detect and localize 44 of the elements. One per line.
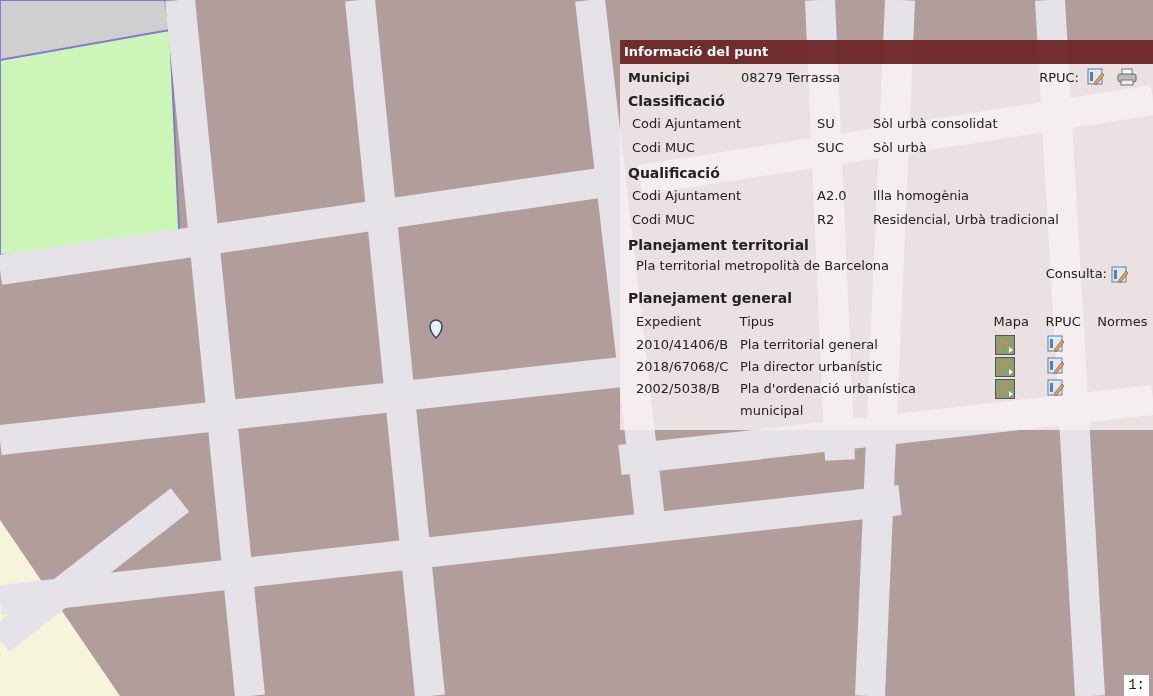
column-header: Tipus <box>739 312 775 331</box>
document-edit-icon[interactable] <box>1047 379 1065 397</box>
column-header: Mapa <box>993 312 1030 331</box>
scale-label: 1: <box>1124 675 1149 696</box>
field-value: Sòl urbà consolidat <box>873 115 998 133</box>
field-label: Codi Ajuntament <box>632 187 743 205</box>
field-label: Municipi <box>628 68 691 87</box>
column-header: Expedient <box>636 312 703 331</box>
map-icon[interactable] <box>995 379 1015 399</box>
field-code: A2.0 <box>817 187 848 205</box>
column-header: RPUC <box>1045 312 1082 331</box>
table-cell-text: 2010/41406/B <box>636 336 730 354</box>
section-title: Planejament territorial <box>628 236 810 255</box>
map-icon[interactable] <box>995 357 1015 377</box>
map-pin-icon <box>428 318 444 340</box>
document-edit-icon[interactable] <box>1111 265 1129 284</box>
printer-icon[interactable] <box>1117 68 1137 87</box>
field-code: R2 <box>817 210 836 229</box>
map-icon[interactable] <box>995 335 1015 355</box>
section-title: Planejament general <box>628 288 793 308</box>
field-code: SUC <box>817 138 845 157</box>
document-edit-icon[interactable] <box>1047 357 1065 375</box>
field-label: Codi Ajuntament <box>632 115 743 133</box>
field-value: Illa homogènia <box>873 187 970 205</box>
consulta-label: Consulta: <box>1045 265 1107 283</box>
column-header: Normes <box>1097 312 1149 331</box>
table-cell-text: Pla territorial general <box>740 336 879 354</box>
document-edit-icon[interactable] <box>1087 68 1105 87</box>
field-code: SU <box>817 115 836 133</box>
table-cell-text: 2018/67068/C <box>636 358 730 376</box>
section-title: Classificació <box>628 92 726 111</box>
rpuc-label: RPUC: <box>1039 68 1079 87</box>
table-cell-text: Pla d'ordenació urbanística municipal <box>740 380 917 420</box>
plan-name: Pla territorial metropolità de Barcelona <box>636 257 890 275</box>
document-edit-icon[interactable] <box>1047 335 1065 353</box>
field-value: Residencial, Urbà tradicional <box>873 210 1059 229</box>
field-value: 08279 Terrassa <box>741 68 841 87</box>
field-label: Codi MUC <box>632 210 696 229</box>
panel-title: Informació del punt <box>620 40 1153 64</box>
field-label: Codi MUC <box>632 138 696 157</box>
table-cell-text: Pla director urbanístic <box>740 358 884 376</box>
field-value: Sòl urbà <box>873 138 927 157</box>
section-title: Qualificació <box>628 164 721 183</box>
table-cell-text: 2002/5038/B <box>636 380 721 398</box>
